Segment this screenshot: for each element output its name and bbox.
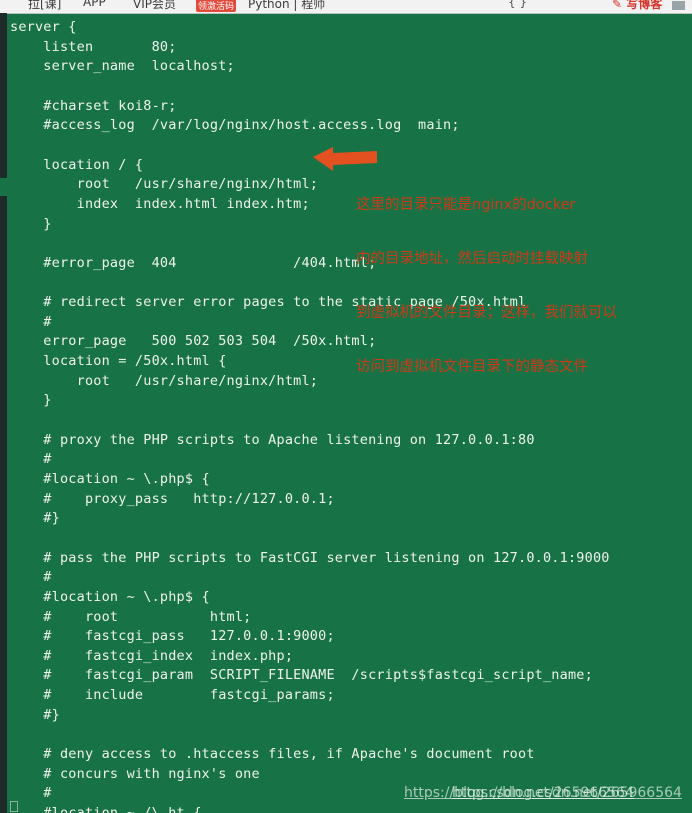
code-line: #} — [10, 510, 60, 527]
window-control-button[interactable] — [672, 1, 685, 10]
code-line: #location ~ \.php$ { — [10, 470, 210, 487]
code-line: # fastcgi_index index.php; — [10, 647, 294, 664]
code-line: listen 80; — [10, 38, 177, 55]
bookmark-item-1[interactable]: APP — [83, 0, 106, 9]
code-line: # — [10, 451, 52, 468]
annotation-line-2: 到虚拟机的文件目录；这样，我们就可以 — [356, 305, 617, 321]
annotation-line-1: 内的目录地址，然后启动时挂载映射 — [356, 251, 588, 267]
code-line: # — [10, 313, 52, 330]
code-editor-surface[interactable]: server { listen 80; server_name localhos… — [0, 13, 692, 813]
code-line: root /usr/share/nginx/html; — [10, 176, 319, 193]
bookmark-item-4[interactable]: Python | 程师 — [248, 0, 325, 12]
code-line: # concurs with nginx's one — [10, 765, 260, 782]
code-line: #charset koi8-r; — [10, 97, 177, 114]
bookmark-item-2[interactable]: VIP会员 — [133, 0, 176, 12]
code-line: #location ~ /\.ht { — [10, 805, 202, 813]
annotation-text: 这里的目录只能是nginx的docker 内的目录地址，然后启动时挂载映射 到虚… — [356, 160, 692, 412]
code-line: location / { — [10, 156, 144, 173]
bookmark-item-0[interactable]: 拉[课] — [28, 0, 61, 12]
code-line: # deny access to .htaccess files, if Apa… — [10, 746, 535, 763]
code-line: # root html; — [10, 608, 252, 625]
code-line: server { — [10, 19, 77, 35]
code-line: #access_log /var/log/nginx/host.access.l… — [10, 117, 460, 134]
code-line: root /usr/share/nginx/html; — [10, 372, 319, 389]
write-blog-button[interactable]: ✎ 写博客 — [612, 0, 662, 12]
code-line: #location ~ \.php$ { — [10, 588, 210, 605]
code-line: # proxy_pass http://127.0.0.1; — [10, 490, 335, 507]
code-line: error_page 500 502 503 504 /50x.html; — [10, 333, 377, 350]
code-line: } — [10, 392, 52, 409]
code-line: # include fastcgi_params; — [10, 687, 335, 704]
browser-bookmark-bar[interactable]: 拉[课] APP VIP会员 领激活码 Python | 程师 { } ✎ 写博… — [0, 0, 692, 14]
annotation-line-0: 这里的目录只能是nginx的docker — [356, 197, 576, 213]
bookmark-item-5[interactable]: { } — [508, 0, 527, 9]
code-line: #} — [10, 706, 60, 723]
code-line: # proxy the PHP scripts to Apache listen… — [10, 431, 535, 448]
code-line: # fastcgi_pass 127.0.0.1:9000; — [10, 628, 335, 645]
code-line: # — [10, 569, 52, 586]
screenshot-root: 拉[课] APP VIP会员 领激活码 Python | 程师 { } ✎ 写博… — [0, 0, 692, 813]
code-line: location = /50x.html { — [10, 353, 227, 370]
code-line: server_name localhost; — [10, 58, 235, 75]
code-line: # pass the PHP scripts to FastCGI server… — [10, 549, 610, 566]
code-line: index index.html index.htm; — [10, 195, 310, 212]
code-line: #error_page 404 /404.html; — [10, 254, 377, 271]
watermark-url-2: https://blog.csdn.net/265966564 — [452, 785, 682, 801]
annotation-line-3: 访问到虚拟机文件目录下的静态文件 — [356, 359, 588, 375]
text-cursor — [10, 801, 18, 812]
code-line: } — [10, 215, 52, 232]
code-line: # fastcgi_param SCRIPT_FILENAME /scripts… — [10, 667, 593, 684]
bookmark-badge-activation-code[interactable]: 领激活码 — [196, 0, 237, 12]
